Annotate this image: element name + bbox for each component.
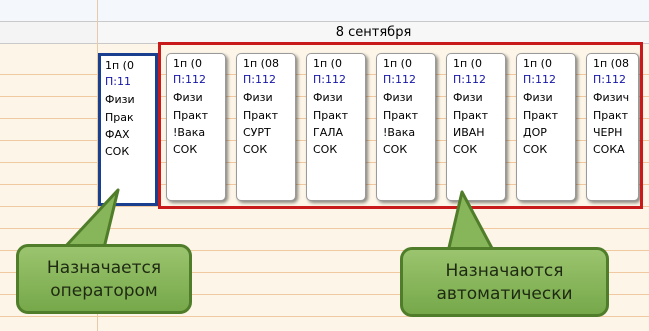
auto-callout-pointer (446, 190, 496, 254)
manual-callout-text: Назначается оператором (46, 258, 162, 301)
auto-callout-text: Назначаются автоматически (436, 261, 573, 304)
manual-callout-pointer (62, 188, 120, 250)
auto-assignment-callout: Назначаются автоматически (400, 247, 609, 317)
manual-assignment-callout: Назначается оператором (16, 244, 192, 314)
